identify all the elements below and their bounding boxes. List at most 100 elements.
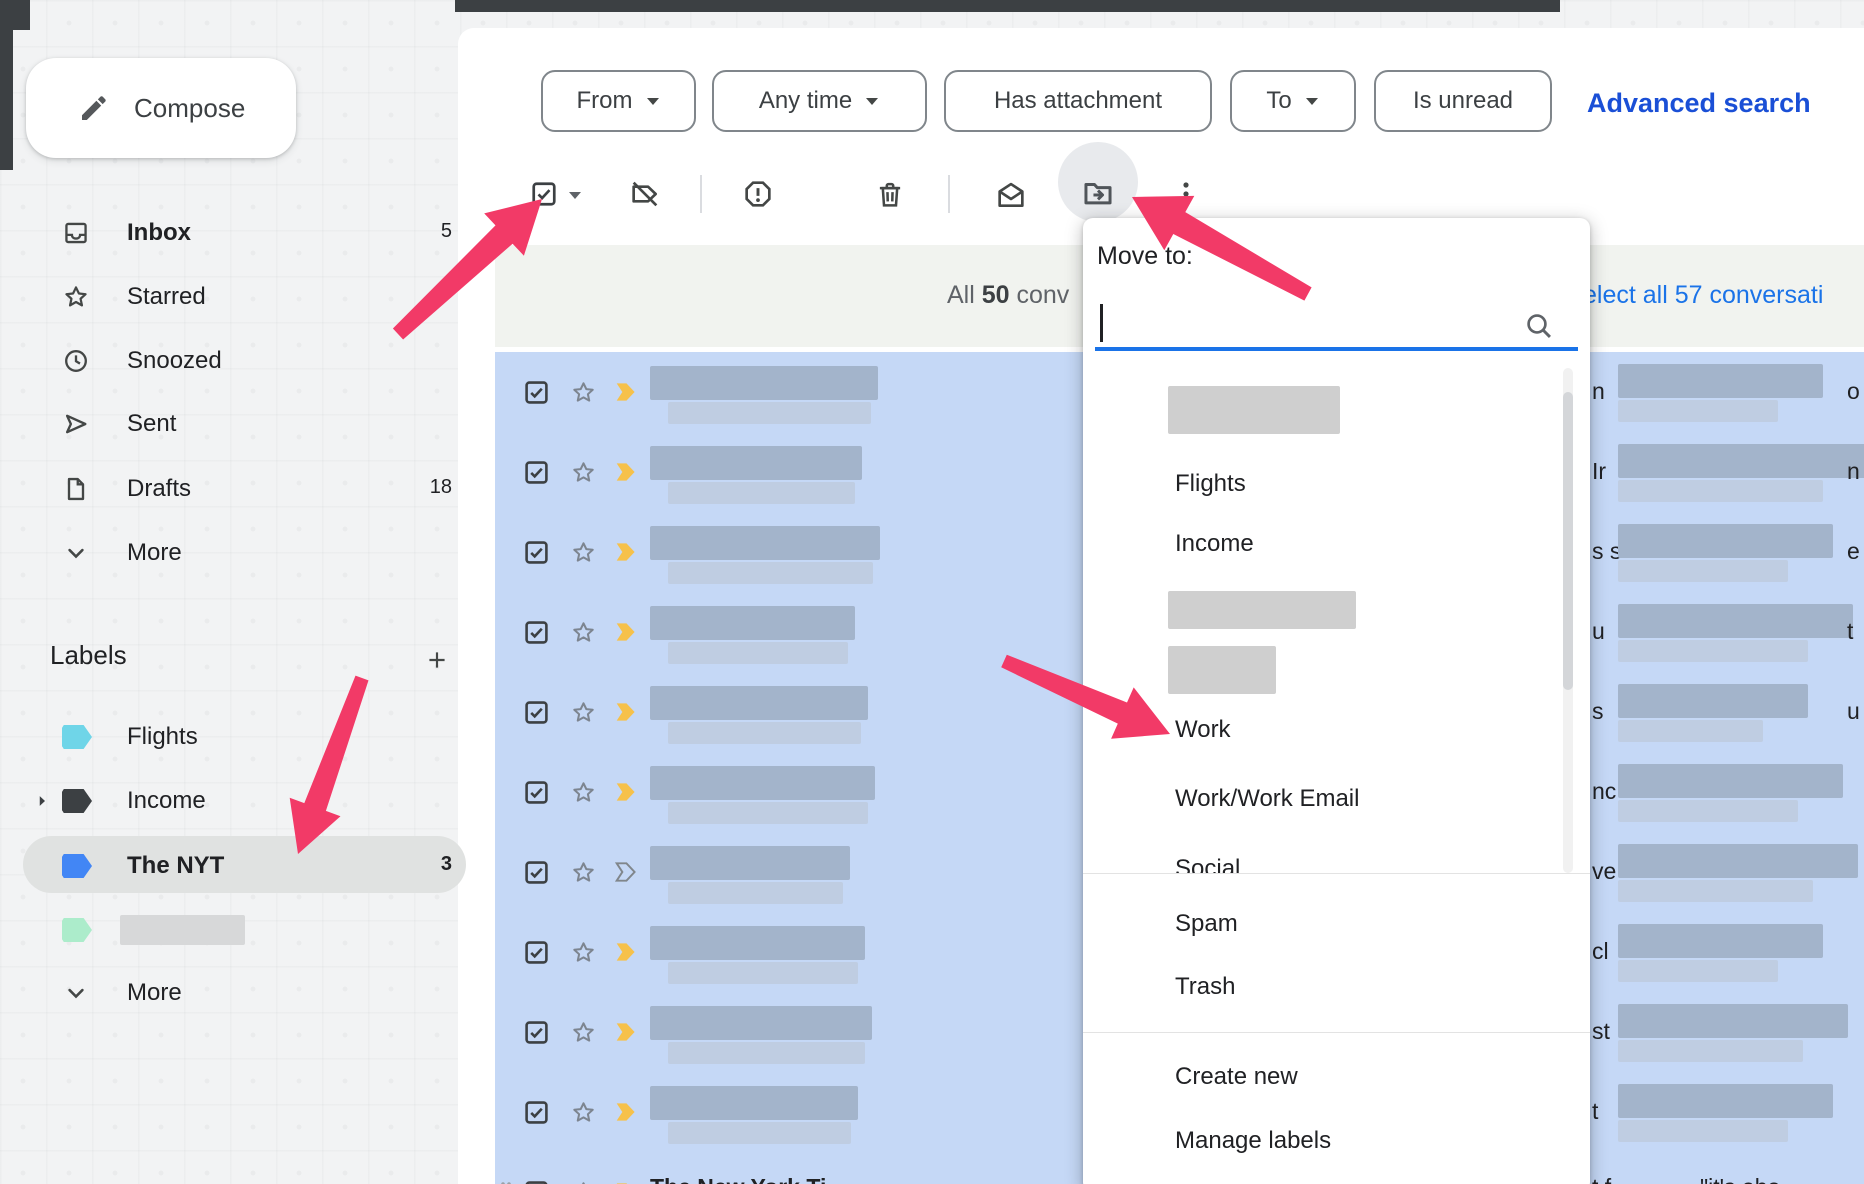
- blurred-snippet: [668, 642, 848, 664]
- label-search-input[interactable]: [1095, 298, 1578, 348]
- importance-marker-icon[interactable]: [614, 461, 640, 483]
- importance-marker-icon[interactable]: [614, 861, 640, 883]
- filter-chip-has-attachment[interactable]: Has attachment: [944, 70, 1212, 132]
- row-checkbox[interactable]: [523, 1019, 550, 1046]
- sidebar-item-starred[interactable]: Starred: [0, 267, 458, 327]
- sidebar-item-snoozed[interactable]: Snoozed: [0, 331, 458, 391]
- remove-label-icon[interactable]: [629, 178, 661, 210]
- star-icon[interactable]: [570, 619, 597, 646]
- sidebar-labels-more[interactable]: More: [0, 963, 458, 1023]
- row-checkbox[interactable]: [523, 939, 550, 966]
- importance-marker-icon[interactable]: [614, 1021, 640, 1043]
- star-icon[interactable]: [570, 379, 597, 406]
- row-checkbox[interactable]: [523, 619, 550, 646]
- blurred-snippet: [668, 1042, 865, 1064]
- row-checkbox[interactable]: [523, 459, 550, 486]
- popup-label-option-income[interactable]: Income: [1175, 530, 1254, 558]
- importance-marker-icon[interactable]: [614, 1101, 640, 1123]
- advanced-search-link[interactable]: Advanced search: [1587, 88, 1811, 119]
- popup-label-option-work-work-email[interactable]: Work/Work Email: [1175, 785, 1359, 813]
- filter-chip-is-unread[interactable]: Is unread: [1374, 70, 1552, 132]
- search-icon[interactable]: [1523, 310, 1555, 342]
- popup-divider: [1083, 873, 1590, 874]
- sidebar-item-sent[interactable]: Sent: [0, 394, 458, 454]
- sidebar-item-count: 18: [390, 476, 452, 499]
- row-checkbox[interactable]: [523, 1099, 550, 1126]
- blurred-subject: [1618, 1004, 1848, 1038]
- star-icon[interactable]: [570, 1019, 597, 1046]
- add-label-plus-icon[interactable]: [424, 647, 450, 673]
- blurred-snippet: [1618, 880, 1813, 902]
- select-all-conversations-link[interactable]: elect all 57 conversati: [1583, 281, 1823, 310]
- importance-marker-icon[interactable]: [614, 541, 640, 563]
- sidebar-label-income[interactable]: Income: [0, 771, 458, 831]
- row-checkbox[interactable]: [523, 859, 550, 886]
- popup-option-create-new[interactable]: Create new: [1175, 1063, 1298, 1091]
- filter-chip-from[interactable]: From: [541, 70, 696, 132]
- blurred-sender: [650, 526, 880, 560]
- importance-marker-icon[interactable]: [614, 381, 640, 403]
- importance-marker-icon[interactable]: [614, 941, 640, 963]
- filter-chip-label: From: [577, 87, 633, 115]
- blurred-sender: [650, 766, 875, 800]
- star-icon[interactable]: [570, 779, 597, 806]
- chevron-down-icon: [864, 95, 880, 107]
- row-checkbox[interactable]: [523, 539, 550, 566]
- star-icon[interactable]: [570, 1179, 597, 1184]
- blurred-snippet: [668, 562, 873, 584]
- mark-as-read-envelope-icon[interactable]: [994, 179, 1028, 211]
- importance-marker-icon[interactable]: [614, 781, 640, 803]
- popup-label-option-flights[interactable]: Flights: [1175, 470, 1246, 498]
- sidebar-item-more[interactable]: More: [0, 523, 458, 583]
- importance-marker-icon[interactable]: [614, 701, 640, 723]
- star-icon[interactable]: [570, 539, 597, 566]
- sidebar-label-the-nyt[interactable]: The NYT3: [0, 836, 458, 896]
- select-all-checkbox[interactable]: [530, 180, 558, 208]
- popup-option-spam[interactable]: Spam: [1175, 910, 1238, 938]
- blurred-label-option[interactable]: [1168, 646, 1276, 694]
- row-checkbox[interactable]: [523, 1179, 550, 1184]
- popup-option-trash[interactable]: Trash: [1175, 973, 1235, 1001]
- expand-label-icon[interactable]: [33, 792, 51, 810]
- row-checkbox[interactable]: [523, 779, 550, 806]
- clipped-text-fragment: u: [1847, 698, 1860, 725]
- popup-label-option-work[interactable]: Work: [1175, 716, 1231, 744]
- popup-label-option-social[interactable]: Social: [1175, 855, 1240, 873]
- popup-scrollbar-thumb[interactable]: [1563, 392, 1573, 690]
- compose-button[interactable]: Compose: [26, 58, 296, 158]
- blurred-label-option[interactable]: [1168, 591, 1356, 629]
- filter-chip-to[interactable]: To: [1230, 70, 1356, 132]
- star-icon[interactable]: [570, 1099, 597, 1126]
- more-options-icon[interactable]: [1178, 178, 1194, 210]
- popup-option-manage-labels[interactable]: Manage labels: [1175, 1127, 1331, 1155]
- select-dropdown-caret-icon[interactable]: [566, 188, 584, 202]
- star-icon[interactable]: [570, 859, 597, 886]
- row-checkbox[interactable]: [523, 379, 550, 406]
- sidebar-label-count: 3: [390, 853, 452, 876]
- star-icon[interactable]: [570, 459, 597, 486]
- sidebar-item-inbox[interactable]: Inbox5: [0, 203, 458, 263]
- clipped-text-fragment: n: [1847, 458, 1860, 485]
- blurred-label-option[interactable]: [1168, 386, 1340, 434]
- filter-chip-any-time[interactable]: Any time: [712, 70, 927, 132]
- move-to-folder-icon[interactable]: [1081, 176, 1115, 210]
- sidebar-item-drafts[interactable]: Drafts18: [0, 459, 458, 519]
- pencil-icon: [78, 92, 110, 124]
- sidebar-label-blurred[interactable]: [0, 900, 458, 960]
- report-spam-icon[interactable]: [742, 178, 774, 210]
- clipped-text-fragment: o: [1847, 378, 1860, 405]
- chevron-down-icon: [645, 95, 661, 107]
- row-checkbox[interactable]: [523, 699, 550, 726]
- drag-handle-icon[interactable]: [499, 1179, 513, 1184]
- importance-marker-icon[interactable]: [614, 621, 640, 643]
- sidebar-label-flights[interactable]: Flights: [0, 707, 458, 767]
- star-icon[interactable]: [570, 939, 597, 966]
- clipped-text-fragment: cl: [1592, 938, 1609, 965]
- clipped-text-fragment: nc: [1592, 778, 1616, 805]
- sidebar-item-label: Sent: [127, 410, 176, 438]
- blurred-snippet: [668, 802, 868, 824]
- delete-trash-icon[interactable]: [874, 178, 906, 210]
- clock-icon: [62, 347, 90, 375]
- star-icon[interactable]: [570, 699, 597, 726]
- filter-chip-label: Has attachment: [994, 87, 1162, 115]
